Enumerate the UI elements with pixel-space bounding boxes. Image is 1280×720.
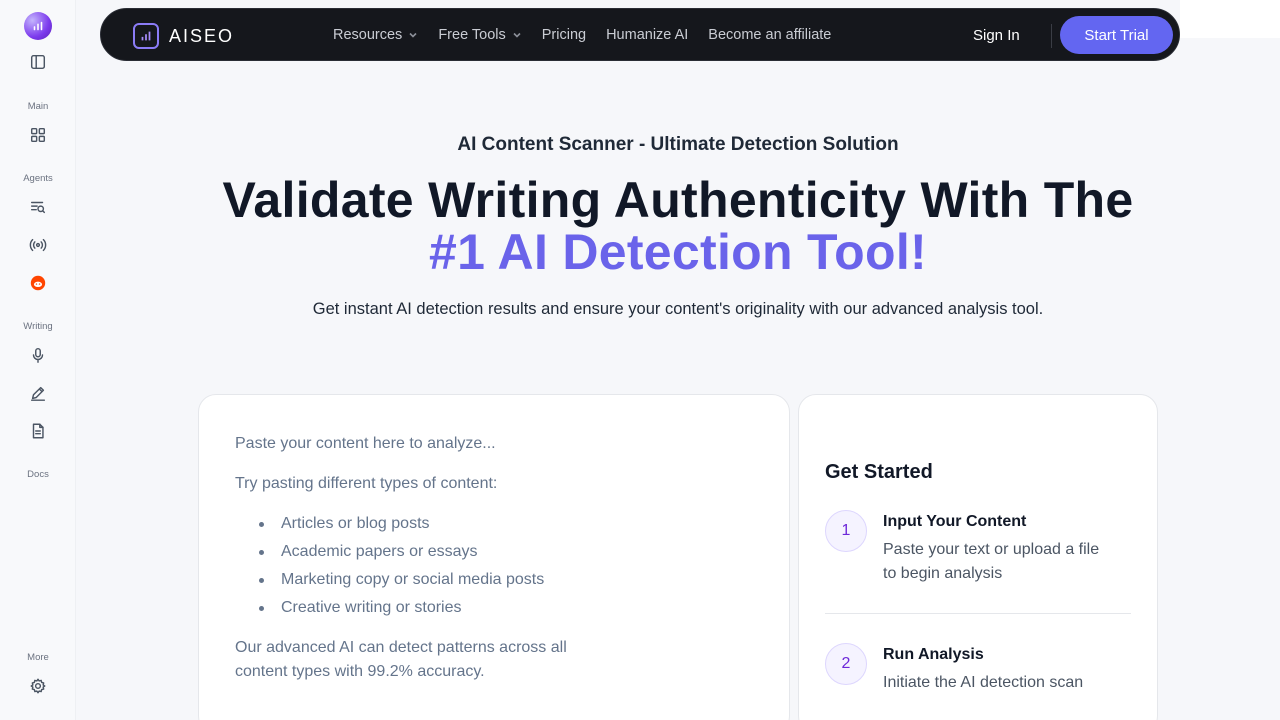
- section-label-main: Main: [27, 101, 49, 112]
- closing-line-1: Our advanced AI can detect patterns acro…: [235, 639, 567, 656]
- chevron-down-icon: [513, 32, 521, 38]
- document-icon[interactable]: [28, 421, 48, 441]
- step-description: Paste your text or upload a file to begi…: [883, 541, 1100, 582]
- step-number-badge: 1: [825, 510, 867, 552]
- brand-logo[interactable]: AISEO: [133, 23, 234, 49]
- step-number-badge: 2: [825, 643, 867, 685]
- bullet-dot: [259, 606, 264, 611]
- top-right-panel: [1180, 0, 1280, 38]
- brand-name: AISEO: [169, 25, 235, 46]
- start-trial-button[interactable]: Start Trial: [1060, 16, 1173, 54]
- section-label-more: More: [27, 652, 49, 663]
- hero-title-line-1: Validate Writing Authenticity With The: [222, 172, 1134, 228]
- step-divider: [825, 613, 1131, 614]
- nav-resources-label: Resources: [333, 27, 403, 43]
- app-logo-icon[interactable]: [24, 12, 52, 40]
- step-title: Run Analysis: [883, 646, 984, 663]
- get-started-title: Get Started: [825, 461, 933, 483]
- bullet-dot: [259, 578, 264, 583]
- bullet-dot: [259, 522, 264, 527]
- hero-subtitle: Get instant AI detection results and ens…: [312, 300, 1044, 318]
- left-sidebar: Main Agents Writing Docs More: [0, 0, 76, 720]
- bullet-dot: [259, 550, 264, 555]
- placeholder-line-2: Try pasting different types of content:: [235, 475, 498, 492]
- step-description: Initiate the AI detection scan: [883, 674, 1084, 691]
- sign-in-link[interactable]: Sign In: [973, 27, 1020, 44]
- section-label-docs: Docs: [27, 469, 49, 480]
- step-title: Input Your Content: [883, 513, 1027, 530]
- list-item: Academic papers or essays: [281, 543, 478, 560]
- nav-resources[interactable]: Resources: [333, 27, 418, 43]
- aiseo-logo-icon: [133, 23, 159, 49]
- hero-eyebrow: AI Content Scanner - Ultimate Detection …: [457, 134, 899, 155]
- closing-line-2: content types with 99.2% accuracy.: [235, 663, 485, 680]
- list-item: Creative writing or stories: [281, 599, 462, 616]
- nav-free-tools-label: Free Tools: [438, 27, 506, 43]
- section-label-writing: Writing: [23, 321, 53, 332]
- nav-become-affiliate[interactable]: Become an affiliate: [708, 27, 831, 43]
- list-item: Articles or blog posts: [281, 515, 430, 532]
- settings-gear-icon[interactable]: [28, 676, 48, 696]
- chevron-down-icon: [409, 32, 417, 38]
- placeholder-line-1: Paste your content here to analyze...: [235, 435, 496, 452]
- main-nav-links: Resources Free Tools Pricing Humanize AI…: [333, 27, 831, 43]
- nav-free-tools[interactable]: Free Tools: [438, 27, 521, 43]
- nav-humanize-ai[interactable]: Humanize AI: [606, 27, 688, 43]
- top-navigation-bar: AISEO Resources Free Tools Pricing Human…: [100, 8, 1180, 61]
- nav-divider: [1051, 24, 1052, 48]
- microphone-icon[interactable]: [28, 345, 48, 365]
- toggle-sidebar-icon[interactable]: [28, 52, 48, 72]
- hero-title-line-2: #1 AI Detection Tool!: [429, 224, 927, 280]
- get-started-panel: Get Started 1 Input Your Content Paste y…: [798, 394, 1158, 720]
- pencil-icon[interactable]: [28, 383, 48, 403]
- nav-pricing[interactable]: Pricing: [542, 27, 586, 43]
- list-item: Marketing copy or social media posts: [281, 571, 545, 588]
- content-input-area[interactable]: Paste your content here to analyze... Tr…: [198, 394, 790, 720]
